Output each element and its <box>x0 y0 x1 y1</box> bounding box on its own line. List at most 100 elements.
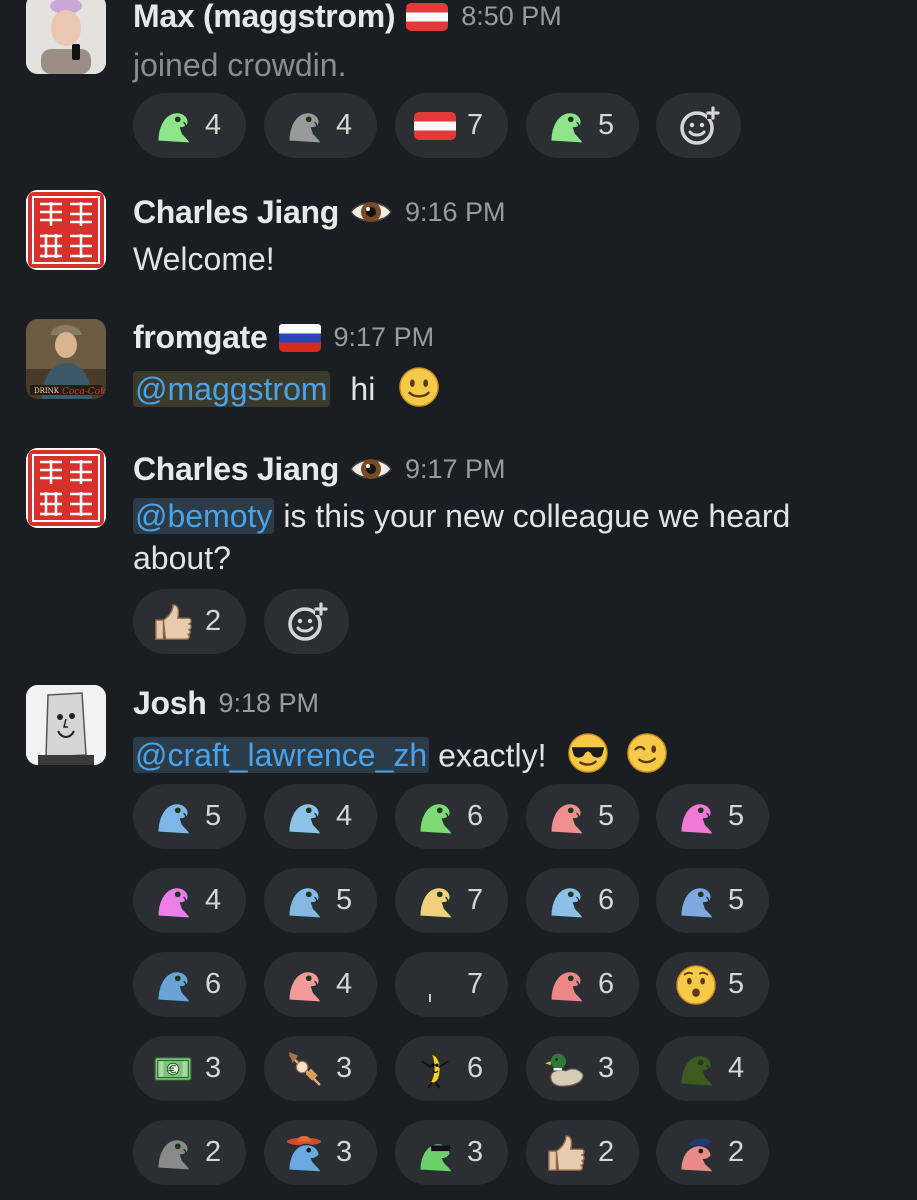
dancing-banana-icon <box>413 1047 457 1091</box>
author-name[interactable]: Charles Jiang <box>133 451 339 488</box>
reaction-pill[interactable]: 6 <box>395 1036 508 1101</box>
green-parrot-wave-icon <box>544 104 588 148</box>
duck-icon <box>544 1047 588 1091</box>
reaction-pill[interactable]: 3 <box>264 1036 377 1101</box>
reaction-pill[interactable]: 5 <box>656 784 769 849</box>
vintage-poster-avatar-icon: DRINK Coca-Cola <box>26 319 106 399</box>
reaction-pill[interactable]: 7 <box>395 868 508 933</box>
reaction-pill[interactable]: 3 <box>133 1036 246 1101</box>
reaction-count: 2 <box>728 1136 745 1168</box>
reaction-pill[interactable]: 6 <box>526 952 639 1017</box>
reaction-count: 2 <box>205 1136 222 1168</box>
avatar[interactable] <box>26 0 106 74</box>
reaction-pill[interactable]: 6 <box>133 952 246 1017</box>
hushed-face-icon <box>674 963 718 1007</box>
reaction-pill[interactable]: 7 <box>395 93 508 158</box>
reaction-pill[interactable]: 5 <box>264 868 377 933</box>
reaction-pill[interactable]: 4 <box>264 93 377 158</box>
reaction-pill[interactable]: 7 <box>395 952 508 1017</box>
reaction-count: 5 <box>728 884 745 916</box>
message-header: Max (maggstrom) 8:50 PM <box>133 0 562 35</box>
reaction-count: 5 <box>205 800 222 832</box>
austria-flag-icon <box>405 2 449 32</box>
add-reaction-button[interactable] <box>264 589 349 654</box>
slightly-smiling-face-icon <box>398 366 440 418</box>
reaction-pill[interactable]: 3 <box>395 1120 508 1185</box>
paper-bag-avatar-icon <box>26 685 106 765</box>
message-body: hi <box>341 371 376 408</box>
author-name[interactable]: Josh <box>133 685 207 722</box>
reaction-count: 3 <box>467 1136 484 1168</box>
reaction-count: 4 <box>336 968 353 1000</box>
blue-parrot-icon <box>282 795 326 839</box>
reaction-count: 4 <box>205 109 222 141</box>
reaction-pill[interactable]: 2 <box>133 1120 246 1185</box>
eye-icon <box>349 447 393 491</box>
message-text: @craft_lawrence_zh exactly! <box>133 732 873 784</box>
user-mention[interactable]: @craft_lawrence_zh <box>133 737 430 774</box>
reaction-count: 7 <box>467 109 484 141</box>
user-mention[interactable]: @bemoty <box>133 498 275 534</box>
oden-icon <box>282 1047 326 1091</box>
message-time[interactable]: 9:18 PM <box>219 688 320 719</box>
pink-parrot-icon <box>544 963 588 1007</box>
reaction-pill[interactable]: 4 <box>264 784 377 849</box>
reaction-count: 6 <box>467 800 484 832</box>
red-seal-avatar-icon <box>26 448 106 528</box>
reaction-count: 5 <box>728 800 745 832</box>
reaction-pill[interactable]: 5 <box>526 93 639 158</box>
reaction-pill[interactable]: 2 <box>656 1120 769 1185</box>
message-header: Charles Jiang 9:16 PM <box>133 190 506 234</box>
reaction-pill[interactable]: 5 <box>656 952 769 1017</box>
reaction-pill[interactable]: 3 <box>526 1036 639 1101</box>
reaction-pill[interactable]: 6 <box>395 784 508 849</box>
reaction-count: 6 <box>467 1052 484 1084</box>
reaction-count: 3 <box>336 1136 353 1168</box>
reaction-pill[interactable]: 5 <box>656 868 769 933</box>
avatar[interactable] <box>26 448 106 528</box>
blue-parrot-flat-icon <box>151 963 195 1007</box>
reaction-count: 3 <box>205 1052 222 1084</box>
author-name[interactable]: Charles Jiang <box>133 194 339 231</box>
reaction-pill[interactable]: 3 <box>264 1120 377 1185</box>
reaction-count: 5 <box>598 109 615 141</box>
reaction-count: 5 <box>598 800 615 832</box>
thumbs-up-icon <box>151 600 195 644</box>
reaction-count: 3 <box>598 1052 615 1084</box>
reaction-count: 4 <box>336 800 353 832</box>
reaction-pill[interactable]: 4 <box>133 93 246 158</box>
message-time[interactable]: 8:50 PM <box>461 1 562 32</box>
author-name[interactable]: fromgate <box>133 319 268 356</box>
red-seal-avatar-icon <box>26 190 106 270</box>
avatar[interactable] <box>26 685 106 765</box>
green-parrot-icon <box>151 104 195 148</box>
reaction-count: 6 <box>598 884 615 916</box>
blue-parrot-icon <box>151 795 195 839</box>
avatar[interactable] <box>26 190 106 270</box>
reaction-pill[interactable]: 2 <box>526 1120 639 1185</box>
user-mention[interactable]: @maggstrom <box>133 371 330 408</box>
reaction-pill[interactable]: 2 <box>133 589 246 654</box>
reaction-pill[interactable]: 4 <box>133 868 246 933</box>
message-time[interactable]: 9:17 PM <box>334 322 435 353</box>
reaction-count: 2 <box>205 605 222 637</box>
magenta-parrot-icon <box>674 795 718 839</box>
reaction-pill[interactable]: 5 <box>133 784 246 849</box>
reaction-pill[interactable]: 5 <box>526 784 639 849</box>
reaction-pill[interactable]: 6 <box>526 868 639 933</box>
blue-parrot-icon <box>674 879 718 923</box>
message-time[interactable]: 9:16 PM <box>405 197 506 228</box>
add-reaction-icon <box>677 104 721 148</box>
reaction-count: 7 <box>467 968 484 1000</box>
author-name[interactable]: Max (maggstrom) <box>133 0 396 35</box>
add-reaction-button[interactable] <box>656 93 741 158</box>
add-reaction-icon <box>285 600 329 644</box>
message-text: Welcome! <box>133 241 275 277</box>
reaction-pill[interactable]: 4 <box>264 952 377 1017</box>
reaction-pill[interactable]: 4 <box>656 1036 769 1101</box>
blue-parrot-icon <box>544 879 588 923</box>
message-time[interactable]: 9:17 PM <box>405 454 506 485</box>
avatar[interactable]: DRINK Coca-Cola <box>26 319 106 399</box>
austria-flag-icon <box>413 104 457 148</box>
euro-banknote-icon <box>151 1047 195 1091</box>
